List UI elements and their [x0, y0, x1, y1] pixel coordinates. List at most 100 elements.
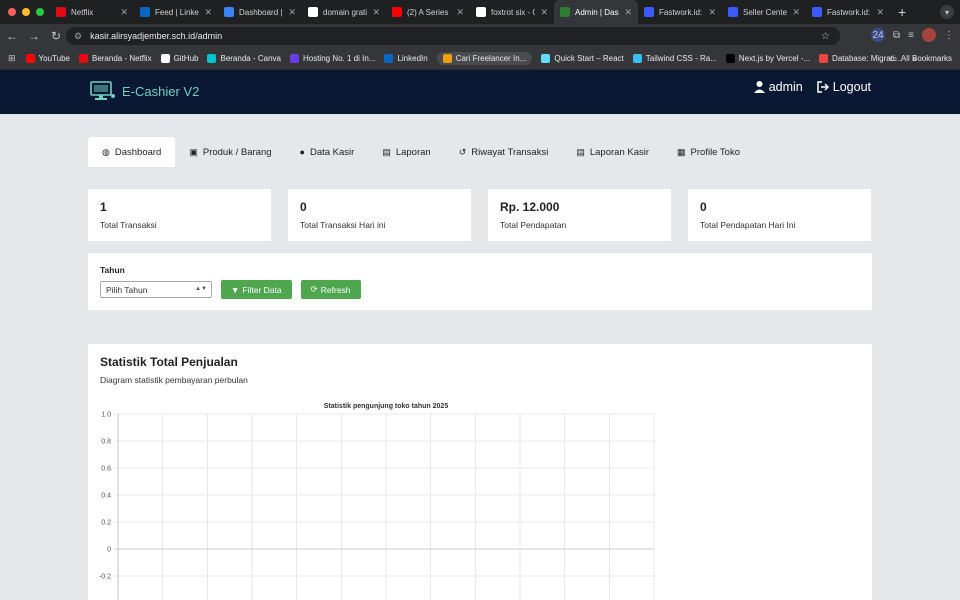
tab-title: Feed | LinkedIn	[155, 7, 199, 17]
user-menu[interactable]: admin	[753, 80, 803, 94]
close-tab-icon[interactable]: ✕	[288, 7, 296, 18]
address-bar[interactable]: ⚙ kasir.alirsyadjember.sch.id/admin ☆	[66, 27, 840, 45]
reload-icon[interactable]: ↻	[46, 29, 66, 43]
bookmark-label: Cari Freelancer In...	[455, 54, 527, 63]
stat-card: 1 Total Transaksi	[88, 189, 271, 241]
media-icon[interactable]: ≡	[908, 30, 914, 41]
browser-tab[interactable]: domain gratis ✕	[302, 0, 386, 24]
bookmark-favicon-icon	[541, 54, 551, 63]
close-tab-icon[interactable]: ✕	[708, 7, 716, 18]
bookmark-item[interactable]: GitHub	[160, 52, 198, 65]
site-info-icon[interactable]: ⚙	[74, 31, 82, 42]
stat-label: Total Transaksi	[100, 220, 157, 230]
tab-favicon-icon	[728, 7, 738, 17]
browser-tab[interactable]: Netflix ✕	[50, 0, 134, 24]
tab-title: foxtrot six - G	[491, 7, 536, 17]
year-select[interactable]: Pilih Tahun ▲▼	[100, 281, 212, 298]
y-tick-label: 0	[107, 547, 111, 554]
tab-favicon-icon	[644, 7, 654, 17]
tab-favicon-icon	[224, 7, 234, 17]
bookmark-item[interactable]: YouTube	[25, 52, 70, 65]
bookmark-item[interactable]: Quick Start – React	[541, 52, 624, 65]
bookmark-item[interactable]: LinkedIn	[384, 52, 428, 65]
browser-tab[interactable]: Fastwork.id: S ✕	[638, 0, 722, 24]
nav-tab-profile-toko[interactable]: ▦ Profile Toko	[663, 137, 754, 167]
browser-tab[interactable]: (2) A Series y ✕	[386, 0, 470, 24]
browser-tab[interactable]: Feed | LinkedIn ✕	[134, 0, 218, 24]
all-bookmarks-button[interactable]: ▭ All Bookmarks	[889, 54, 952, 63]
bookmark-item[interactable]: Cari Freelancer In...	[436, 52, 533, 65]
nav-tab-label: Dashboard	[114, 146, 162, 158]
tab-search-button[interactable]: ▾	[940, 5, 954, 19]
forward-icon[interactable]: →	[24, 29, 44, 43]
tab-title: Admin | Dashb	[575, 7, 619, 17]
bookmark-favicon-icon	[384, 54, 394, 63]
stat-label: Total Transaksi Hari ini	[300, 220, 386, 230]
browser-tab[interactable]: Seller Center ✕	[722, 0, 806, 24]
browser-menu-icon[interactable]: ⋮	[944, 30, 954, 41]
browser-tab-bar: Netflix ✕ Feed | LinkedIn ✕ Dashboard | …	[0, 0, 960, 24]
browser-tab[interactable]: Fastwork.id: S ✕	[806, 0, 890, 24]
app-logo[interactable]: E-Cashier V2	[88, 81, 199, 101]
close-tab-icon[interactable]: ✕	[792, 7, 800, 18]
nav-tab-produk-barang[interactable]: ▣ Produk / Barang	[175, 137, 285, 167]
browser-tab[interactable]: Dashboard | Kasir ✕	[218, 0, 302, 24]
nav-tab-data-kasir[interactable]: ● Data Kasir	[286, 137, 369, 167]
browser-tab[interactable]: Admin | Dashb ✕	[554, 0, 638, 24]
new-tab-button[interactable]: +	[890, 4, 914, 20]
stat-card: 0 Total Transaksi Hari ini	[288, 189, 471, 241]
app-name: E-Cashier V2	[122, 83, 200, 99]
stat-value: Rp. 12.000	[500, 200, 560, 214]
bookmark-favicon-icon	[819, 54, 829, 63]
nav-tab-riwayat-transaksi[interactable]: ↺ Riwayat Transaksi	[445, 137, 563, 167]
stat-value: 1	[100, 200, 107, 214]
bookmark-favicon-icon	[725, 54, 735, 63]
close-tab-icon[interactable]: ✕	[876, 7, 884, 18]
bookmark-item[interactable]: Tailwind CSS - Ra...	[632, 52, 717, 65]
tab-title: domain gratis	[323, 7, 368, 17]
bookmark-item[interactable]: Hosting No. 1 di In...	[289, 52, 375, 65]
apps-icon[interactable]: ⊞	[8, 53, 16, 64]
chart-title: Statistik pengunjung toko tahun 2025	[324, 403, 449, 410]
filter-icon: ▼	[231, 284, 240, 295]
close-tab-icon[interactable]: ✕	[372, 7, 380, 18]
nav-tab-dashboard[interactable]: ◍ Dashboard	[88, 137, 176, 167]
maximize-window-button[interactable]	[36, 8, 44, 16]
nav-tab-label: Laporan Kasir	[589, 146, 650, 158]
cashier-monitor-icon	[90, 81, 115, 100]
stat-value: 0	[700, 200, 707, 214]
tab-title: Netflix	[71, 7, 94, 17]
main-nav-tabs: ◍ Dashboard ▣ Produk / Barang ● Data Kasir ▤ La…	[88, 137, 754, 167]
close-tab-icon[interactable]: ✕	[624, 7, 632, 18]
extension-badge[interactable]: 24	[871, 28, 886, 42]
globe-icon: ◍	[102, 146, 110, 157]
close-tab-icon[interactable]: ✕	[120, 7, 128, 18]
bookmark-favicon-icon	[207, 54, 217, 63]
close-tab-icon[interactable]: ✕	[204, 7, 212, 18]
extensions-icon[interactable]: ⧉	[893, 30, 900, 41]
bookmark-item[interactable]: Next.js by Vercel -...	[725, 52, 810, 65]
nav-tab-laporan[interactable]: ▤ Laporan	[368, 137, 444, 167]
app-header: E-Cashier V2 admin Logout	[0, 70, 960, 114]
back-icon[interactable]: ←	[2, 29, 22, 43]
bookmark-star-icon[interactable]: ☆	[821, 31, 830, 42]
browser-tab[interactable]: foxtrot six - G ✕	[470, 0, 554, 24]
y-tick-label: 0.6	[101, 466, 111, 473]
bookmark-item[interactable]: Beranda - Netflix	[78, 52, 152, 65]
filter-data-button[interactable]: ▼ Filter Data	[221, 280, 292, 299]
refresh-button[interactable]: ⟳ Refresh	[300, 280, 361, 299]
close-window-button[interactable]	[8, 8, 16, 16]
stat-label: Total Pendapatan	[500, 220, 567, 230]
stat-label: Total Pendapatan Hari Ini	[700, 220, 796, 230]
minimize-window-button[interactable]	[22, 8, 30, 16]
close-tab-icon[interactable]: ✕	[540, 7, 548, 18]
close-tab-icon[interactable]: ✕	[456, 7, 464, 18]
tab-title: Fastwork.id: S	[659, 7, 703, 17]
bookmark-item[interactable]: Beranda - Canva	[207, 52, 281, 65]
profile-avatar[interactable]	[922, 28, 936, 42]
nav-tab-label: Data Kasir	[309, 146, 355, 158]
browser-toolbar: ← → ↻ ⚙ kasir.alirsyadjember.sch.id/admi…	[0, 24, 960, 48]
logout-button[interactable]: Logout	[817, 80, 871, 94]
tab-favicon-icon	[140, 7, 150, 17]
nav-tab-laporan-kasir[interactable]: ▤ Laporan Kasir	[562, 137, 663, 167]
